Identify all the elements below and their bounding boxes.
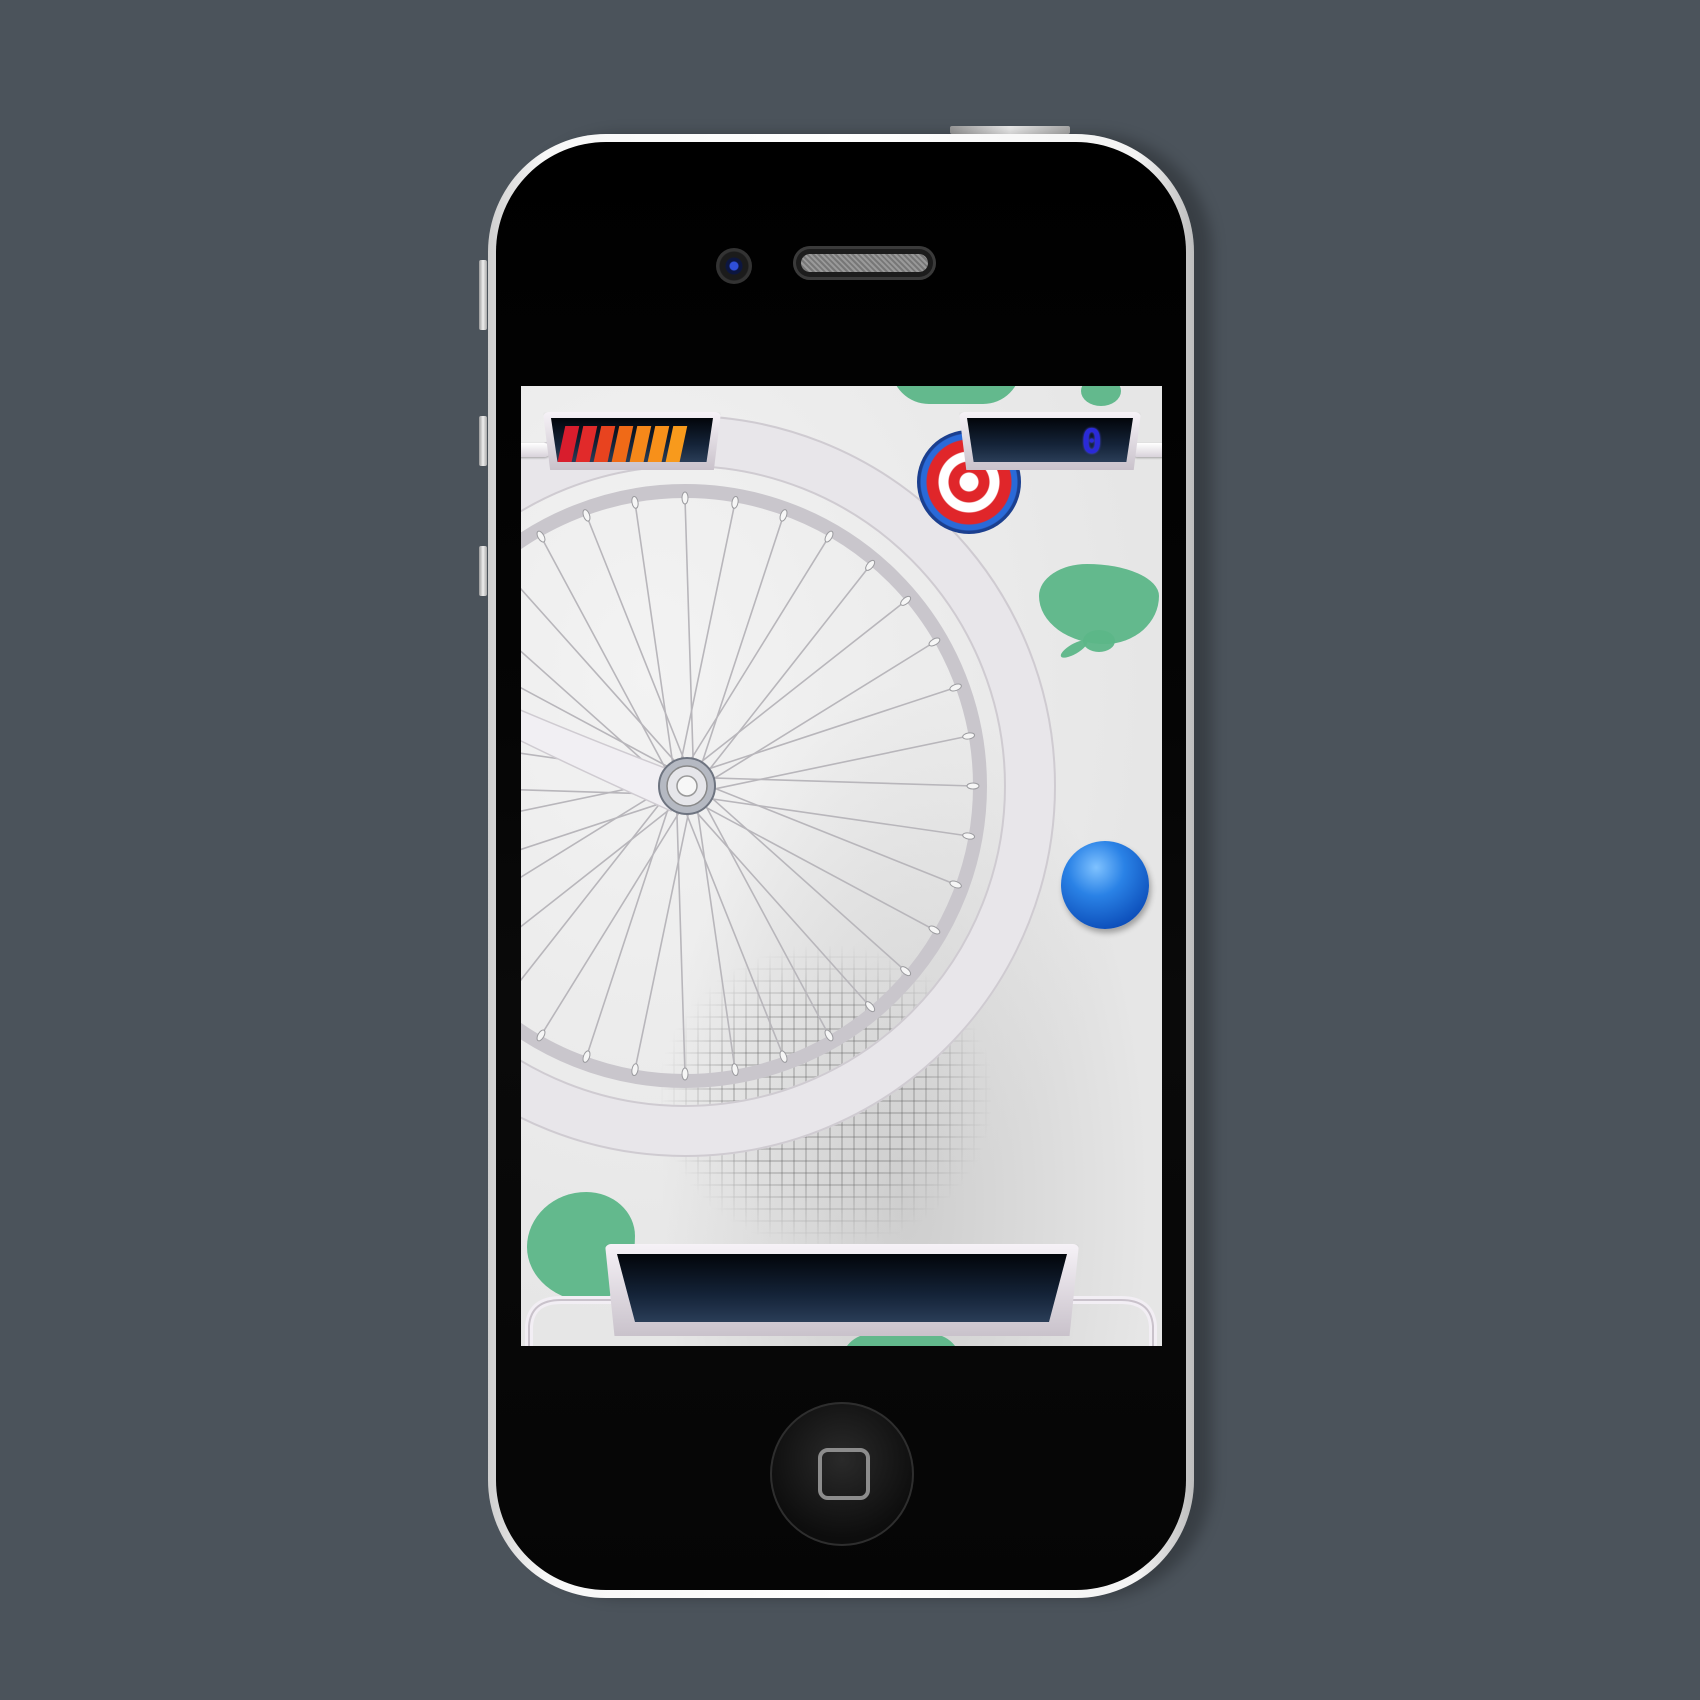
front-camera-icon <box>716 248 752 284</box>
blue-ball[interactable] <box>1061 841 1149 929</box>
score-panel: 0 <box>959 412 1141 470</box>
volume-down-button[interactable] <box>479 546 487 596</box>
message-text <box>617 1254 1067 1274</box>
volume-up-button[interactable] <box>479 416 487 466</box>
score-display: 0 <box>967 418 1133 462</box>
energy-bar <box>664 426 688 462</box>
power-button[interactable] <box>950 126 1070 134</box>
home-button[interactable] <box>770 1402 914 1546</box>
energy-meter-display <box>551 418 713 462</box>
energy-rail <box>521 443 551 457</box>
energy-meter <box>543 412 721 470</box>
message-display <box>617 1254 1067 1322</box>
game-screen[interactable]: 0 <box>521 386 1162 1346</box>
score-value: 0 <box>1081 422 1103 462</box>
home-square-icon <box>818 1448 870 1500</box>
message-panel <box>605 1244 1079 1336</box>
earpiece-speaker <box>793 246 936 280</box>
mute-switch[interactable] <box>479 260 487 330</box>
